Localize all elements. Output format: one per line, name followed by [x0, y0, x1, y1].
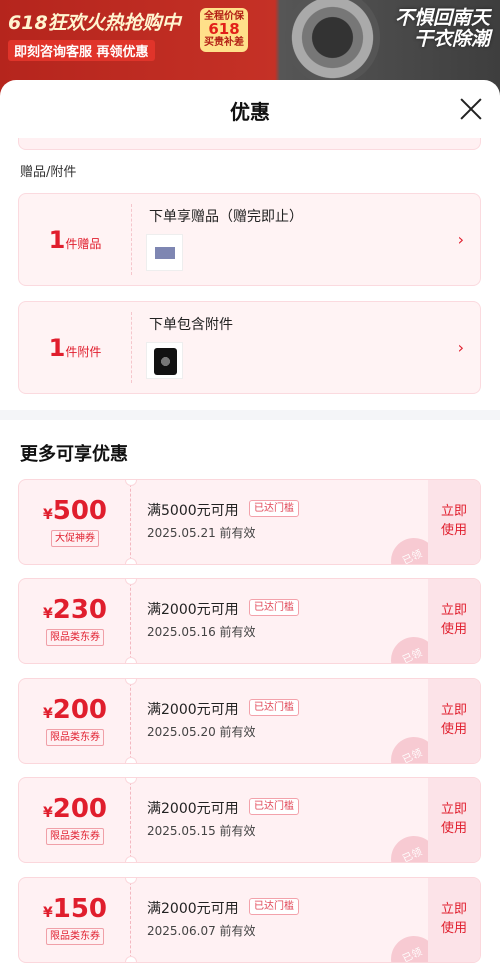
gift-card-divider [131, 204, 132, 275]
chevron-right-icon: › [457, 338, 464, 357]
use-now-line-2: 使用 [440, 622, 467, 637]
gift-quantity-unit: 件赠品 [65, 237, 102, 251]
accessory-thumbnail [146, 342, 183, 379]
coupon-value-area: ¥200 限品类东券 [19, 679, 131, 763]
currency-symbol: ¥ [42, 507, 53, 523]
coupon-perforation [125, 878, 137, 962]
coupon-amount-value: 200 [52, 695, 108, 725]
coupon-amount: ¥500 [19, 496, 131, 530]
coupon-value-area: ¥500 大促神券 [19, 480, 131, 564]
coupon-condition: 满2000元可用 [147, 702, 239, 718]
currency-symbol: ¥ [42, 606, 53, 622]
coupon-card: ¥230 限品类东券 满2000元可用 已达门槛 2025.05.16 前有效 … [18, 578, 481, 664]
coupon-amount: ¥200 [19, 794, 131, 828]
price-guarantee-badge: 全程价保 618 买贵补差 [200, 8, 248, 52]
coupon-perforation [125, 480, 137, 564]
gift-quantity: 1件赠品 [19, 226, 131, 254]
coupon-amount-value: 200 [52, 794, 108, 824]
currency-symbol: ¥ [42, 805, 53, 821]
sheet-header: 优惠 [0, 80, 500, 138]
coupon-card: ¥200 限品类东券 满2000元可用 已达门槛 2025.05.20 前有效 … [18, 678, 481, 764]
use-now-line-1: 立即 [440, 902, 467, 917]
section-divider [0, 410, 500, 420]
coupon-value-area: ¥200 限品类东券 [19, 778, 131, 862]
coupon-condition: 满5000元可用 [147, 503, 239, 519]
close-icon[interactable] [458, 96, 484, 122]
accessory-title: 下单包含附件 [149, 317, 233, 333]
chevron-right-icon: › [457, 230, 464, 249]
coupon-expiry: 2025.05.20 前有效 [147, 725, 256, 739]
coupon-expiry: 2025.05.21 前有效 [147, 526, 256, 540]
gift-section-label: 赠品/附件 [20, 165, 77, 180]
coupon-amount: ¥150 [19, 894, 131, 928]
coupon-amount-value: 500 [52, 496, 108, 526]
threshold-reached-badge: 已达门槛 [249, 898, 299, 915]
use-now-line-1: 立即 [440, 504, 467, 519]
coupon-perforation [125, 778, 137, 862]
coupon-type-tag: 限品类东券 [46, 928, 104, 945]
coupon-type-tag: 限品类东券 [46, 828, 104, 845]
use-now-line-2: 使用 [440, 921, 467, 936]
banner-slogan: 不惧回南天 干衣除潮 [395, 8, 490, 50]
dryer-product-image [285, 0, 380, 85]
threshold-reached-badge: 已达门槛 [249, 798, 299, 815]
gift-quantity-number: 1 [48, 226, 66, 254]
coupon-condition: 满2000元可用 [147, 801, 239, 817]
sheet-title: 优惠 [230, 100, 270, 124]
previous-card-edge [18, 138, 481, 150]
currency-symbol: ¥ [42, 905, 53, 921]
coupon-value-area: ¥150 限品类东券 [19, 878, 131, 962]
accessory-quantity: 1件附件 [19, 334, 131, 362]
use-now-line-2: 使用 [440, 722, 467, 737]
gift-thumbnail [146, 234, 183, 271]
use-now-line-2: 使用 [440, 523, 467, 538]
use-now-button[interactable]: 立即 使用 [428, 878, 480, 962]
threshold-reached-badge: 已达门槛 [249, 500, 299, 517]
coupon-type-tag: 限品类东券 [46, 629, 104, 646]
gift-card-accessory[interactable]: 1件附件 下单包含附件 › [18, 301, 481, 394]
banner-title: 618狂欢火热抢购中 [8, 12, 181, 34]
badge-number: 618 [208, 20, 240, 38]
use-now-line-1: 立即 [440, 802, 467, 817]
coupon-value-area: ¥230 限品类东券 [19, 579, 131, 663]
coupon-card: ¥200 限品类东券 满2000元可用 已达门槛 2025.05.15 前有效 … [18, 777, 481, 863]
coupon-condition: 满2000元可用 [147, 602, 239, 618]
accessory-quantity-number: 1 [48, 334, 66, 362]
banner-subtitle: 即刻咨询客服 再领优惠 [8, 40, 155, 61]
currency-symbol: ¥ [42, 706, 53, 722]
use-now-button[interactable]: 立即 使用 [428, 679, 480, 763]
gift-card-gift[interactable]: 1件赠品 下单享赠品（赠完即止） › [18, 193, 481, 286]
coupon-card: ¥500 大促神券 满5000元可用 已达门槛 2025.05.21 前有效 已… [18, 479, 481, 565]
badge-bottom-text: 买贵补差 [204, 37, 244, 48]
accessory-quantity-unit: 件附件 [65, 345, 102, 359]
coupon-amount-value: 230 [52, 595, 108, 625]
use-now-line-1: 立即 [440, 603, 467, 618]
coupon-expiry: 2025.05.15 前有效 [147, 824, 256, 838]
use-now-line-2: 使用 [440, 821, 467, 836]
coupon-type-tag: 大促神券 [51, 530, 99, 547]
use-now-line-1: 立即 [440, 703, 467, 718]
threshold-reached-badge: 已达门槛 [249, 599, 299, 616]
discount-sheet: 优惠 赠品/附件 1件赠品 下单享赠品（赠完即止） › 1件附件 下单包含附件 … [0, 80, 500, 970]
coupon-condition: 满2000元可用 [147, 901, 239, 917]
use-now-button[interactable]: 立即 使用 [428, 480, 480, 564]
threshold-reached-badge: 已达门槛 [249, 699, 299, 716]
more-discounts-title: 更多可享优惠 [20, 444, 128, 465]
coupon-amount-value: 150 [52, 894, 108, 924]
coupon-expiry: 2025.06.07 前有效 [147, 924, 256, 938]
coupon-perforation [125, 679, 137, 763]
coupon-amount: ¥230 [19, 595, 131, 629]
coupon-type-tag: 限品类东券 [46, 729, 104, 746]
gift-title: 下单享赠品（赠完即止） [149, 209, 303, 225]
gift-card-divider [131, 312, 132, 383]
coupon-amount: ¥200 [19, 695, 131, 729]
use-now-button[interactable]: 立即 使用 [428, 778, 480, 862]
coupon-expiry: 2025.05.16 前有效 [147, 625, 256, 639]
slogan-line-2: 干衣除潮 [413, 28, 490, 50]
use-now-button[interactable]: 立即 使用 [428, 579, 480, 663]
coupon-card: ¥150 限品类东券 满2000元可用 已达门槛 2025.06.07 前有效 … [18, 877, 481, 963]
coupon-perforation [125, 579, 137, 663]
slogan-line-1: 不惧回南天 [394, 7, 490, 29]
